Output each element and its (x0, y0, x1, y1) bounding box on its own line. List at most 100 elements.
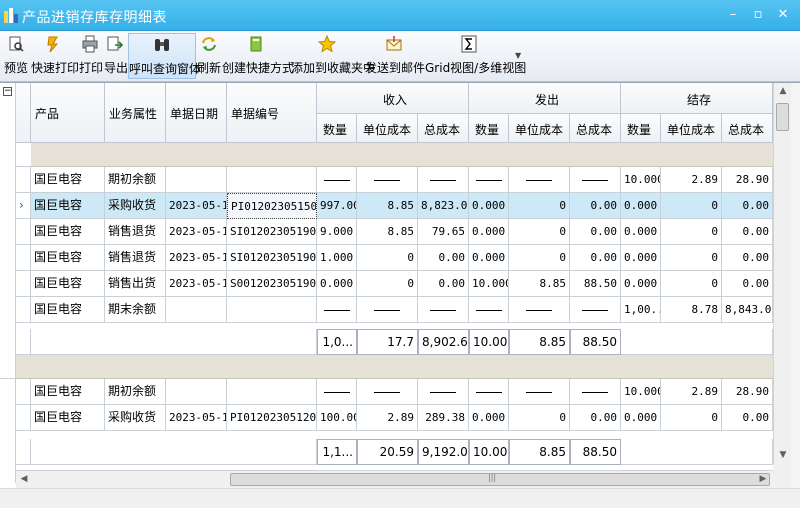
table-row[interactable]: 国巨电容销售退货2023-05-19SI012023051900021.0000… (16, 245, 773, 271)
out-total-cost-cell[interactable]: 0.00 (570, 193, 621, 219)
minimize-button[interactable]: – (722, 4, 744, 26)
header-in-total-cost[interactable]: 总成本 (418, 114, 469, 143)
stock-unit-cost-cell[interactable]: 0 (661, 405, 722, 431)
table-row[interactable]: 国巨电容销售出货2023-05-19S0012023051900010.0000… (16, 271, 773, 297)
table-row[interactable]: 国巨电容 期初余额 10.000 2.89 28.90 (16, 379, 773, 405)
send-to-mail-button[interactable]: 发送到邮件 (365, 33, 425, 79)
out-qty-cell[interactable]: 0.000 (469, 193, 509, 219)
row-selector[interactable] (16, 271, 31, 297)
header-business-type[interactable]: 业务属性 (105, 83, 166, 143)
out-total-cost-cell[interactable]: 0.00 (570, 245, 621, 271)
out-qty-cell[interactable] (469, 379, 509, 405)
out-total-cost-cell[interactable]: 88.50 (570, 271, 621, 297)
header-out-total-cost[interactable]: 总成本 (570, 114, 621, 143)
call-query-form-button[interactable]: 呼叫查询窗体 (128, 33, 201, 79)
stock-unit-cost-cell[interactable]: 8.78 (661, 297, 722, 323)
group-row-selector[interactable] (0, 355, 16, 379)
in-qty-cell[interactable]: 0.000 (317, 271, 357, 297)
out-total-cost-cell[interactable] (570, 167, 621, 193)
scroll-down-icon[interactable]: ▼ (774, 447, 792, 464)
stock-qty-cell[interactable]: 10.000 (621, 167, 661, 193)
out-unit-cost-cell[interactable] (509, 297, 570, 323)
stock-qty-cell[interactable]: 0.000 (621, 245, 661, 271)
in-qty-cell[interactable]: 1.000 (317, 245, 357, 271)
business-type-cell[interactable]: 采购收货 (105, 405, 166, 431)
collapse-icon[interactable]: − (3, 87, 12, 96)
business-type-cell[interactable]: 期初余额 (105, 379, 166, 405)
in-total-cost-cell[interactable]: 0.00 (418, 271, 469, 297)
doc-no-cell[interactable]: SI01202305190001 (227, 219, 317, 245)
out-qty-cell[interactable]: 10.000 (469, 271, 509, 297)
in-unit-cost-cell[interactable] (357, 167, 418, 193)
table-row[interactable]: 国巨电容 期初余额 10.000 2.89 28.90 (16, 167, 773, 193)
in-unit-cost-cell[interactable]: 0 (357, 245, 418, 271)
stock-total-cost-cell[interactable]: 28.90 (722, 379, 773, 405)
out-qty-cell[interactable]: 0.000 (469, 219, 509, 245)
stock-qty-cell[interactable]: 0.000 (621, 271, 661, 297)
header-stock-unit-cost[interactable]: 单位成本 (661, 114, 722, 143)
in-qty-cell[interactable]: 100.000 (317, 405, 357, 431)
export-button[interactable]: 导出 (104, 33, 128, 79)
product-cell[interactable]: 国巨电容 (31, 379, 105, 405)
stock-unit-cost-cell[interactable]: 2.89 (661, 167, 722, 193)
out-qty-cell[interactable] (469, 297, 509, 323)
stock-qty-cell[interactable]: 0.000 (621, 405, 661, 431)
row-selector[interactable] (16, 219, 31, 245)
group-band[interactable] (16, 355, 773, 379)
business-type-cell[interactable]: 期初余额 (105, 167, 166, 193)
stock-qty-cell[interactable]: 10.000 (621, 379, 661, 405)
in-unit-cost-cell[interactable]: 8.85 (357, 219, 418, 245)
stock-total-cost-cell[interactable]: 0.00 (722, 271, 773, 297)
header-out-unit-cost[interactable]: 单位成本 (509, 114, 570, 143)
doc-date-cell[interactable] (166, 297, 227, 323)
horizontal-scrollbar[interactable]: ◀ ||| ▶ (16, 470, 773, 488)
doc-no-cell[interactable] (227, 297, 317, 323)
doc-date-cell[interactable] (166, 379, 227, 405)
business-type-cell[interactable]: 采购收货 (105, 193, 166, 219)
out-qty-cell[interactable]: 0.000 (469, 245, 509, 271)
product-cell[interactable]: 国巨电容 (31, 167, 105, 193)
out-unit-cost-cell[interactable]: 0 (509, 245, 570, 271)
product-cell[interactable]: 国巨电容 (31, 271, 105, 297)
business-type-cell[interactable]: 期末余额 (105, 297, 166, 323)
doc-date-cell[interactable] (166, 167, 227, 193)
doc-no-cell[interactable]: PI01202305120001 (227, 405, 317, 431)
header-doc-date[interactable]: 单据日期 (166, 83, 227, 143)
out-total-cost-cell[interactable]: 0.00 (570, 219, 621, 245)
in-qty-cell[interactable] (317, 379, 357, 405)
row-selector[interactable] (16, 297, 31, 323)
preview-button[interactable]: 预览 (3, 33, 29, 79)
product-cell[interactable]: 国巨电容 (31, 405, 105, 431)
doc-no-cell[interactable]: SI01202305190002 (227, 245, 317, 271)
doc-no-cell[interactable]: PI01202305150001 (227, 193, 317, 219)
scroll-right-icon[interactable]: ▶ (755, 471, 771, 488)
in-total-cost-cell[interactable]: 0.00 (418, 245, 469, 271)
row-selector[interactable] (16, 167, 31, 193)
stock-unit-cost-cell[interactable]: 0 (661, 193, 722, 219)
out-total-cost-cell[interactable]: 0.00 (570, 405, 621, 431)
header-stock-total-cost[interactable]: 总成本 (722, 114, 773, 143)
in-unit-cost-cell[interactable]: 8.85 (357, 193, 418, 219)
doc-no-cell[interactable] (227, 379, 317, 405)
in-qty-cell[interactable]: 997.000 (317, 193, 357, 219)
in-total-cost-cell[interactable] (418, 379, 469, 405)
header-product[interactable]: 产品 (31, 83, 105, 143)
doc-date-cell[interactable]: 2023-05-19 (166, 219, 227, 245)
vertical-scrollbar[interactable]: ▲ ▼ (773, 83, 791, 464)
doc-date-cell[interactable]: 2023-05-19 (166, 245, 227, 271)
out-total-cost-cell[interactable] (570, 297, 621, 323)
stock-qty-cell[interactable]: 1,00... (621, 297, 661, 323)
in-unit-cost-cell[interactable]: 0 (357, 271, 418, 297)
table-row[interactable]: 国巨电容期末余额 1,00...8.788,843.06 (16, 297, 773, 323)
row-selector[interactable] (16, 245, 31, 271)
product-cell[interactable]: 国巨电容 (31, 193, 105, 219)
scroll-up-icon[interactable]: ▲ (774, 83, 792, 100)
out-unit-cost-cell[interactable]: 0 (509, 193, 570, 219)
scroll-left-icon[interactable]: ◀ (16, 471, 32, 488)
header-in-unit-cost[interactable]: 单位成本 (357, 114, 418, 143)
in-total-cost-cell[interactable]: 79.65 (418, 219, 469, 245)
group-row-selector[interactable] (16, 143, 32, 167)
toolbar-overflow-icon[interactable]: ▼ (515, 51, 521, 60)
stock-unit-cost-cell[interactable]: 0 (661, 271, 722, 297)
business-type-cell[interactable]: 销售退货 (105, 245, 166, 271)
